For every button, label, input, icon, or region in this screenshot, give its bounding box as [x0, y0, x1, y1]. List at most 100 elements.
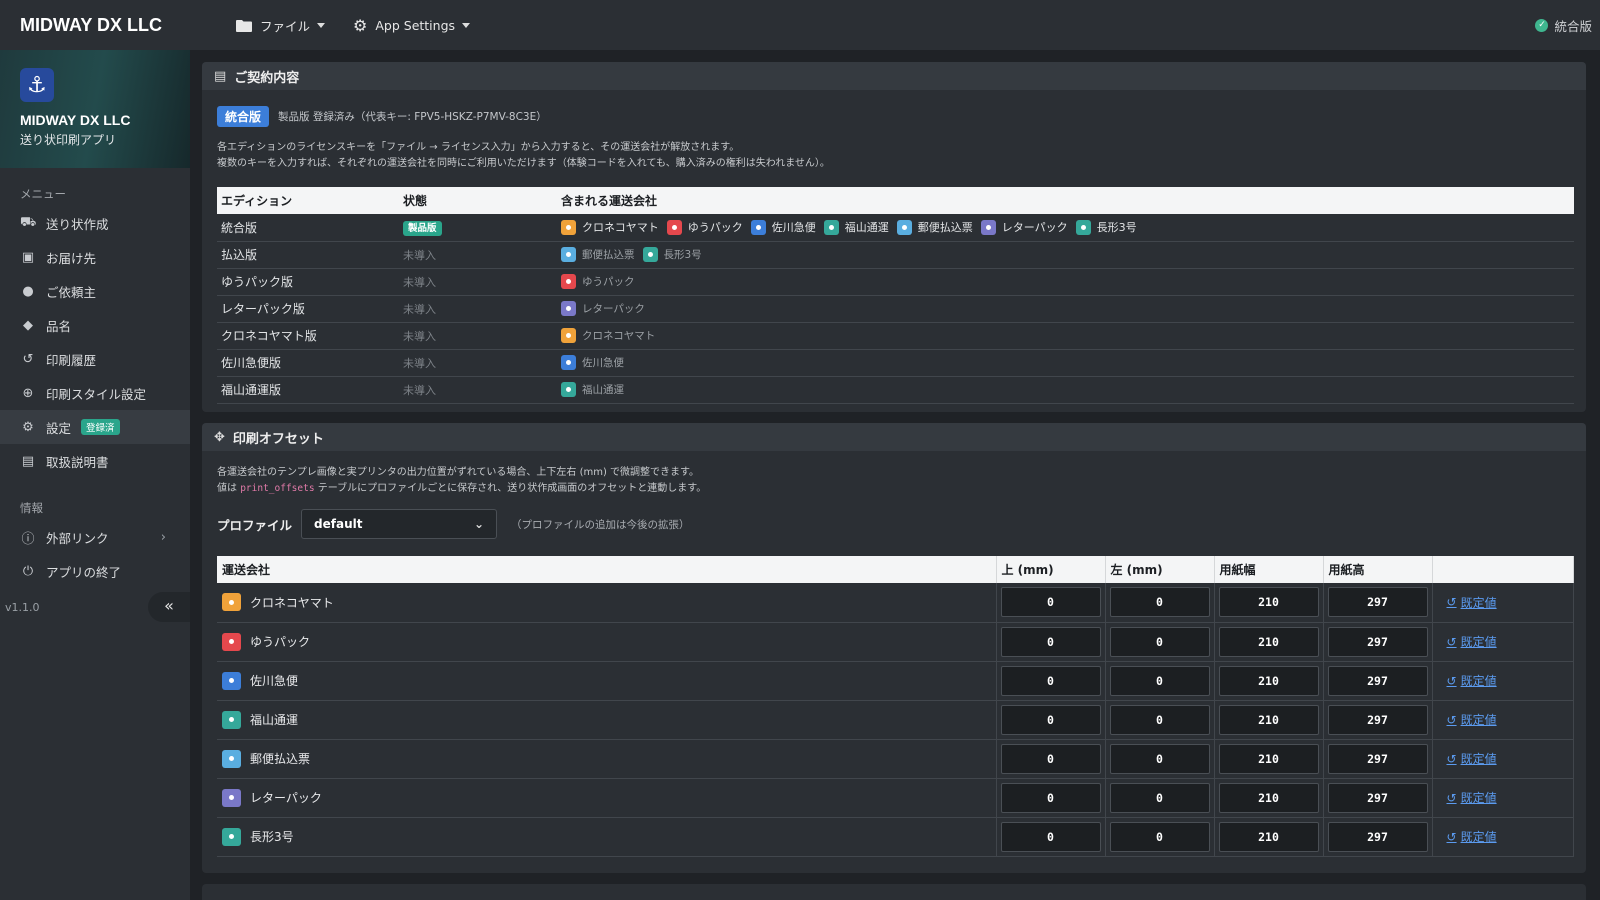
reset-default-link[interactable]: ↺ 既定値: [1437, 789, 1570, 806]
sidebar-item-2[interactable]: ● ご依頼主: [0, 274, 190, 308]
table-row: クロネコヤマト版 未導入 クロネコヤマト: [217, 322, 1574, 350]
carriers-cell: レターパック: [557, 295, 1574, 323]
offset-width-input[interactable]: 210: [1218, 743, 1319, 774]
carriers-cell: 福山通運: [557, 376, 1574, 404]
check-circle-icon: ✓: [1535, 19, 1549, 32]
sidebar-item-label: 送り状作成: [46, 216, 109, 232]
reset-default-link[interactable]: ↺ 既定値: [1437, 750, 1570, 767]
sidebar-item-6[interactable]: ⚙ 設定 登録済: [0, 410, 190, 444]
sidebar-item-4[interactable]: ↺ 印刷履歴: [0, 342, 190, 376]
contract-card-header: ▤ ご契約内容: [202, 62, 1586, 90]
offset-description-prefix: 値は: [217, 483, 237, 494]
sidebar-item-label: 品名: [46, 318, 72, 334]
offset-width-input[interactable]: 210: [1218, 626, 1319, 657]
carrier-chip-label: レターパック: [582, 303, 645, 315]
offset-left-input[interactable]: 0: [1109, 782, 1210, 813]
offset-left-cell: 0: [1105, 622, 1215, 662]
offset-width-input[interactable]: 210: [1218, 704, 1319, 735]
edition-name: 払込版: [217, 241, 399, 269]
offset-height-input[interactable]: 297: [1327, 587, 1428, 618]
carrier-color-icon: [561, 219, 576, 235]
sidebar-item-0[interactable]: ⛟ 送り状作成: [0, 206, 190, 240]
contract-card-title: ご契約内容: [234, 70, 300, 86]
carrier-chip-label: クロネコヤマト: [582, 221, 659, 235]
offset-top-input[interactable]: 0: [1000, 743, 1101, 774]
column-header: エディション: [217, 187, 399, 214]
file-menu[interactable]: ファイル: [236, 16, 326, 35]
offset-height-input[interactable]: 297: [1327, 782, 1428, 813]
offset-width-input[interactable]: 210: [1218, 782, 1319, 813]
sidebar-item-3[interactable]: ◆ 品名: [0, 308, 190, 342]
offset-height-cell: 297: [1323, 817, 1433, 857]
offset-left-input[interactable]: 0: [1109, 821, 1210, 852]
status-badge: 製品版: [403, 221, 442, 237]
carrier-color-icon: [222, 632, 241, 651]
reset-default-link[interactable]: ↺ 既定値: [1437, 672, 1570, 689]
offset-height-input[interactable]: 297: [1327, 665, 1428, 696]
print-offset-card: ✥ 印刷オフセット 各運送会社のテンプレ画像と実プリンタの出力位置がずれている場…: [202, 423, 1586, 873]
column-header: 含まれる運送会社: [557, 187, 1574, 214]
collapse-sidebar-button[interactable]: «: [148, 592, 190, 622]
offset-top-input[interactable]: 0: [1000, 821, 1101, 852]
column-header: 上 (mm): [996, 556, 1106, 583]
offset-top-input[interactable]: 0: [1000, 587, 1101, 618]
offset-width-input[interactable]: 210: [1218, 821, 1319, 852]
offset-left-input[interactable]: 0: [1109, 665, 1210, 696]
offset-height-input[interactable]: 297: [1327, 821, 1428, 852]
reset-default-link[interactable]: ↺ 既定値: [1437, 711, 1570, 728]
carriers-cell: クロネコヤマト: [557, 322, 1574, 350]
offset-top-cell: 0: [996, 583, 1106, 623]
chevron-right-icon: ›: [160, 529, 166, 545]
offset-top-input[interactable]: 0: [1000, 626, 1101, 657]
anchor-logo-icon: ⚓: [20, 68, 54, 102]
offset-height-input[interactable]: 297: [1327, 626, 1428, 657]
app-version: v1.1.0: [5, 601, 40, 614]
sidebar-item-1[interactable]: ▣ お届け先: [0, 240, 190, 274]
edition-name: クロネコヤマト版: [217, 322, 399, 350]
reset-default-link[interactable]: ↺ 既定値: [1437, 594, 1570, 611]
book-icon: ▤: [21, 453, 35, 469]
reset-cell: ↺ 既定値: [1432, 778, 1574, 818]
sidebar-item-5[interactable]: ⊕ 印刷スタイル設定: [0, 376, 190, 410]
edition-status-cell: 未導入: [399, 376, 557, 404]
table-row: レターパック版 未導入 レターパック: [217, 295, 1574, 323]
profile-select[interactable]: default ⌄: [301, 509, 498, 539]
sidebar-item-label: アプリの終了: [46, 564, 122, 580]
reset-default-label: 既定値: [1460, 674, 1497, 688]
app-settings-menu[interactable]: ⚙ App Settings: [353, 16, 471, 35]
offset-height-input[interactable]: 297: [1327, 743, 1428, 774]
license-description-2: 複数のキーを入力すれば、それぞれの運送会社を同時にご利用いただけます（体験コード…: [217, 158, 830, 169]
table-name-code: print_offsets: [240, 483, 315, 494]
carrier-color-icon: [222, 749, 241, 768]
sidebar-app-company: MIDWAY DX LLC: [20, 112, 131, 128]
carrier-color-icon: [823, 219, 839, 235]
table-row: 福山通運 0 0 210 297 ↺ 既定値: [217, 700, 1574, 740]
offset-left-input[interactable]: 0: [1109, 626, 1210, 657]
edition-name: ゆうパック版: [217, 268, 399, 296]
carrier-chip-label: ゆうパック: [687, 221, 743, 235]
sidebar-info-item-1[interactable]: ⏻ アプリの終了: [0, 554, 190, 588]
offset-height-input[interactable]: 297: [1327, 704, 1428, 735]
offset-left-input[interactable]: 0: [1109, 743, 1210, 774]
table-row: 郵便払込票 0 0 210 297 ↺ 既定値: [217, 739, 1574, 779]
sidebar: ⚓ MIDWAY DX LLC 送り状印刷アプリ メニュー ⛟ 送り状作成 ▣ お届け…: [0, 50, 190, 900]
sidebar-info-item-0[interactable]: ⓘ 外部リンク ›: [0, 520, 190, 554]
reset-default-link[interactable]: ↺ 既定値: [1437, 828, 1570, 845]
offset-left-input[interactable]: 0: [1109, 587, 1210, 618]
offset-top-input[interactable]: 0: [1000, 704, 1101, 735]
offset-top-input[interactable]: 0: [1000, 782, 1101, 813]
reset-default-link[interactable]: ↺ 既定値: [1437, 633, 1570, 650]
history-icon: ↺: [22, 351, 34, 367]
offset-width-input[interactable]: 210: [1218, 665, 1319, 696]
carriers-cell: 郵便払込票 長形3号: [557, 241, 1574, 269]
offset-left-cell: 0: [1105, 817, 1215, 857]
sidebar-item-7[interactable]: ▤ 取扱説明書: [0, 444, 190, 478]
offset-left-input[interactable]: 0: [1109, 704, 1210, 735]
offset-top-input[interactable]: 0: [1000, 665, 1101, 696]
carrier-chip-label: 福山通運: [844, 221, 889, 235]
carrier-chip: 長形3号: [642, 247, 702, 262]
carrier-chip: クロネコヤマト: [561, 328, 655, 343]
carrier-cell: 郵便払込票: [217, 739, 997, 779]
offset-width-input[interactable]: 210: [1218, 587, 1319, 618]
reset-default-label: 既定値: [1460, 791, 1497, 805]
